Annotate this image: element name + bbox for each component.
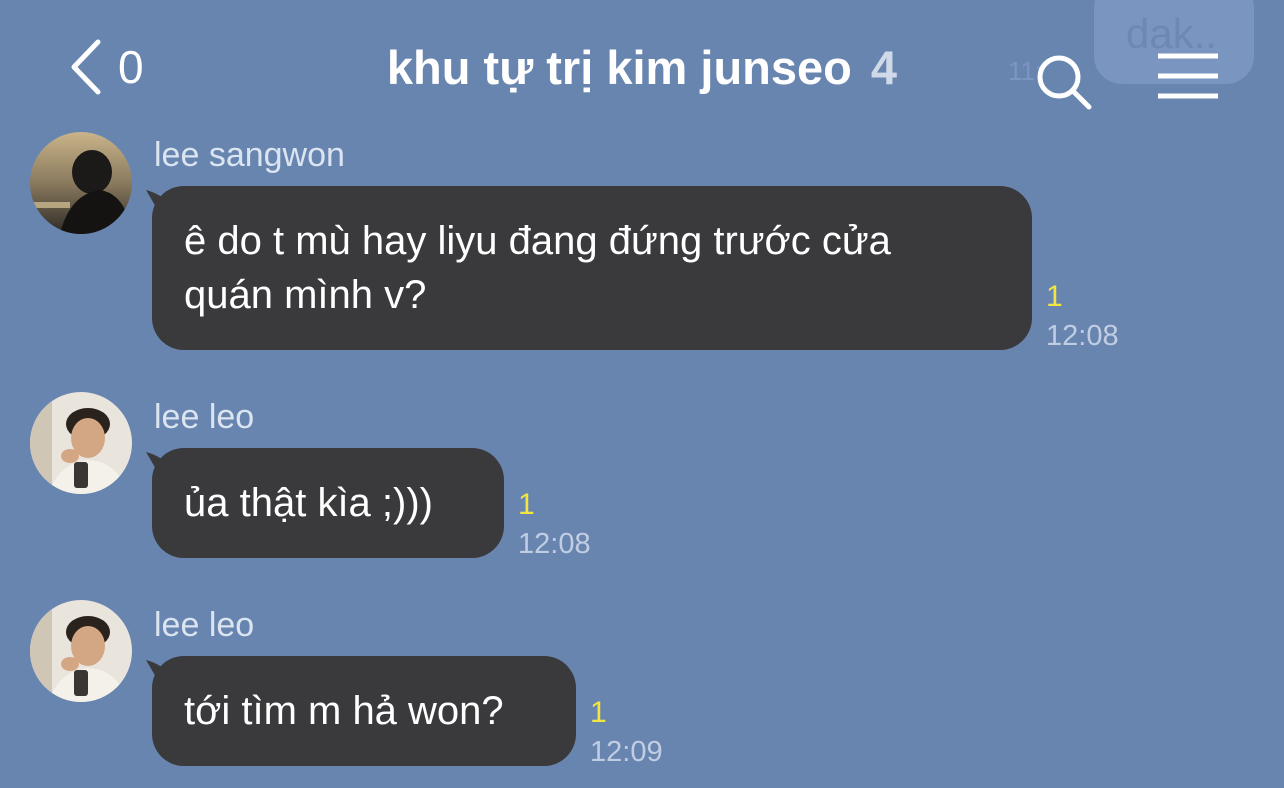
message-text: ủa thật kìa ;))) bbox=[184, 481, 433, 525]
message-text-line: quán mình v? bbox=[184, 273, 427, 317]
avatar[interactable] bbox=[30, 132, 132, 234]
message-item: lee sangwon ê do t mù hay liyu đang đứng… bbox=[0, 130, 1284, 360]
message-item: lee leo ủa thật kìa ;))) 1 12:08 bbox=[0, 392, 1284, 562]
message-text-line: ê do t mù hay liyu đang đứng trước cửa bbox=[184, 219, 891, 263]
unread-count: 1 bbox=[1046, 280, 1063, 313]
message-text: tới tìm m hả won? bbox=[184, 689, 504, 733]
sender-name: lee leo bbox=[154, 398, 255, 436]
hamburger-menu-icon[interactable] bbox=[1156, 52, 1220, 100]
unread-count: 1 bbox=[518, 488, 535, 521]
message-time: 12:08 bbox=[518, 528, 591, 560]
message-time: 12:08 bbox=[1046, 320, 1119, 352]
message-time: 12:09 bbox=[590, 736, 663, 768]
message-bubble[interactable]: tới tìm m hả won? bbox=[152, 656, 576, 766]
chat-header: dak.. 11: 0 khu tự trị kim junseo 4 bbox=[0, 0, 1284, 130]
message-item: lee leo tới tìm m hả won? 1 12:09 bbox=[0, 600, 1284, 780]
sender-name: lee sangwon bbox=[154, 136, 345, 174]
message-bubble[interactable]: ê do t mù hay liyu đang đứng trước cửa q… bbox=[152, 186, 1032, 350]
member-count: 4 bbox=[870, 41, 898, 94]
search-icon[interactable] bbox=[1034, 52, 1094, 112]
avatar[interactable] bbox=[30, 392, 132, 494]
unread-count: 1 bbox=[590, 696, 607, 729]
chat-title-text: khu tự trị kim junseo bbox=[386, 41, 852, 94]
message-bubble[interactable]: ủa thật kìa ;))) bbox=[152, 448, 504, 558]
avatar[interactable] bbox=[30, 600, 132, 702]
sender-name: lee leo bbox=[154, 606, 255, 644]
